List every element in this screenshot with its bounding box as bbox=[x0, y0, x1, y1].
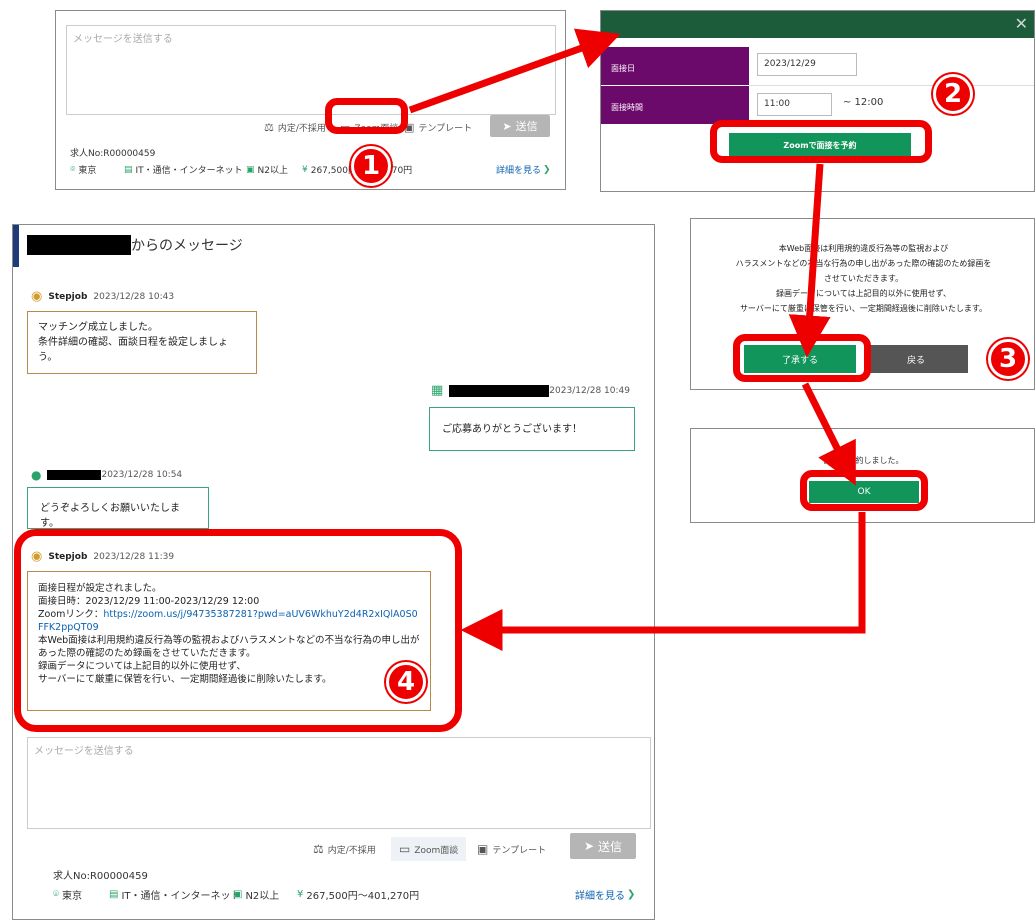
arrow-ok-to-message bbox=[460, 512, 866, 651]
arrow-step1-to-2 bbox=[408, 28, 621, 114]
step-badge-4: 4 bbox=[386, 662, 426, 702]
step-badge-1: 1 bbox=[351, 146, 391, 186]
step-badge-3: 3 bbox=[988, 339, 1028, 379]
arrows-layer bbox=[408, 28, 866, 651]
arrow-step3-to-ok bbox=[801, 382, 856, 486]
arrow-step2-to-3 bbox=[788, 163, 831, 358]
step-badge-2: 2 bbox=[933, 74, 973, 114]
